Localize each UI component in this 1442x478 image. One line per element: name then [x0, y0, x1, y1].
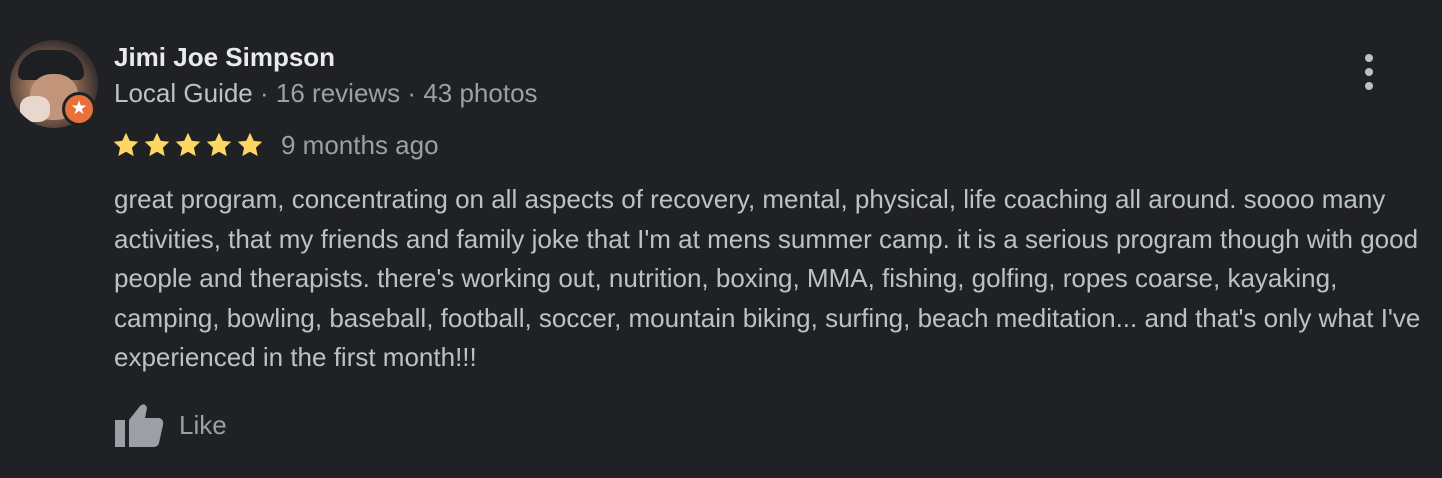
review-date: 9 months ago [281, 129, 439, 160]
star-icon [237, 132, 263, 157]
reviews-count: 16 reviews [275, 78, 401, 108]
more-dot [1365, 82, 1373, 90]
more-options-icon[interactable] [1352, 50, 1386, 94]
star-icon [113, 132, 139, 157]
avatar-hand [20, 96, 50, 122]
like-label: Like [179, 409, 227, 440]
local-guide-star-icon: ★ [62, 92, 96, 126]
star-icon [175, 132, 201, 157]
star-rating [112, 131, 264, 159]
star-icon [206, 132, 232, 157]
local-guide-label: Local Guide [114, 78, 253, 108]
review-text: great program, concentrating on all aspe… [114, 184, 1421, 372]
reviewer-name[interactable]: Jimi Joe Simpson [114, 42, 335, 73]
star-icon [144, 132, 170, 157]
more-dot [1365, 68, 1373, 76]
reviewer-meta: Local Guide · 16 reviews · 43 photos [114, 78, 538, 109]
rating-row: 9 months ago [112, 127, 439, 163]
meta-separator: · [260, 78, 269, 108]
more-dot [1365, 54, 1373, 62]
thumb-up-icon [115, 404, 164, 447]
photos-count: 43 photos [423, 78, 538, 108]
meta-separator: · [407, 78, 417, 108]
review-card: ★ Jimi Joe Simpson Local Guide · 16 revi… [0, 0, 1442, 478]
like-button[interactable]: Like [114, 402, 227, 448]
